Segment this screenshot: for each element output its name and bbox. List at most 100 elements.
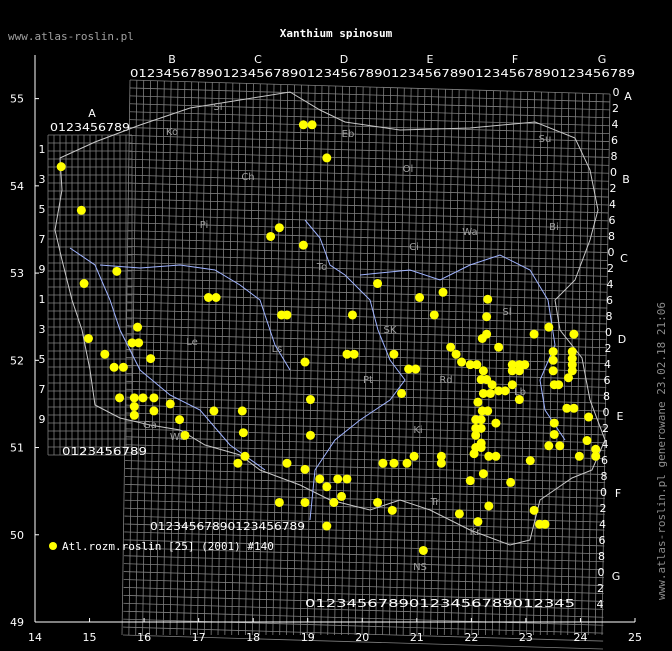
occurrence-point xyxy=(337,491,347,501)
occurrence-point xyxy=(529,329,539,339)
occurrence-point xyxy=(109,362,119,372)
grid-row-digit: 8 xyxy=(601,470,608,483)
grid-row-letter: C xyxy=(620,252,628,265)
occurrence-point xyxy=(485,388,495,398)
occurrence-point xyxy=(473,517,483,527)
x-tick-label: 23 xyxy=(519,631,533,644)
occurrence-point xyxy=(300,497,310,507)
grid-column-letter: E xyxy=(427,53,434,66)
occurrence-point xyxy=(457,357,467,367)
grid-row-digit: 6 xyxy=(604,374,611,387)
occurrence-point xyxy=(175,415,185,425)
occurrence-point xyxy=(300,357,310,367)
grid-row-letter: B xyxy=(622,173,630,186)
grid-row-digit: 9 xyxy=(39,413,46,426)
region-label: Ch xyxy=(241,172,254,183)
x-tick-label: 16 xyxy=(137,631,151,644)
occurrence-point xyxy=(389,458,399,468)
grid-column-letter: B xyxy=(168,53,176,66)
grid-row-digit: 2 xyxy=(602,422,609,435)
region-label: Eb xyxy=(342,129,355,140)
occurrence-point xyxy=(418,545,428,555)
occurrence-point xyxy=(555,441,565,451)
occurrence-point xyxy=(544,322,554,332)
grid-row-digit: 8 xyxy=(598,550,605,563)
grid-row-digit: 5 xyxy=(39,203,46,216)
grid-column-letter: C xyxy=(254,53,262,66)
occurrence-point xyxy=(514,395,524,405)
region-label: Pi xyxy=(200,220,209,231)
region-label: Wa xyxy=(462,227,477,238)
occurrence-point xyxy=(298,240,308,250)
occurrence-point xyxy=(118,362,128,372)
grid-row-digit: 4 xyxy=(599,518,606,531)
region-label: Sl xyxy=(213,102,222,113)
occurrence-point xyxy=(76,205,86,215)
occurrence-point xyxy=(238,428,248,438)
region-label: Ki xyxy=(413,425,422,436)
occurrence-point xyxy=(112,266,122,276)
occurrence-point xyxy=(100,349,110,359)
occurrence-point xyxy=(529,505,539,515)
grid-row-digit: 2 xyxy=(607,262,614,275)
region-label: Pt xyxy=(363,375,373,386)
grid-top-digits-west: 0123456789 xyxy=(50,121,130,134)
region-label: Ci xyxy=(409,242,419,253)
grid-row-letter: E xyxy=(617,410,624,423)
legend-marker xyxy=(49,542,57,550)
occurrence-point xyxy=(472,360,482,370)
grid-row-digit: 2 xyxy=(597,582,604,595)
occurrence-point xyxy=(478,366,488,376)
grid-row-letter: A xyxy=(624,90,632,103)
occurrence-point xyxy=(525,456,535,466)
grid-row-digit: 8 xyxy=(603,390,610,403)
y-tick-label: 50 xyxy=(10,529,24,542)
occurrence-point xyxy=(520,360,530,370)
occurrence-point xyxy=(373,279,383,289)
occurrence-point xyxy=(282,458,292,468)
occurrence-point xyxy=(129,393,139,403)
occurrence-point xyxy=(322,482,332,492)
occurrence-point xyxy=(500,386,510,396)
generation-credit: www.atlas-roslin.pl generowane 23.02.18 … xyxy=(655,302,668,600)
occurrence-point xyxy=(491,418,501,428)
x-tick-label: 20 xyxy=(355,631,369,644)
occurrence-point xyxy=(544,441,554,451)
occurrence-point xyxy=(397,388,407,398)
occurrence-point xyxy=(549,429,559,439)
occurrence-point xyxy=(473,397,483,407)
occurrence-point xyxy=(415,293,425,303)
grid-row-digit: 0 xyxy=(605,326,612,339)
occurrence-point xyxy=(298,120,308,130)
map-title: Xanthium spinosum xyxy=(280,27,393,40)
occurrence-point xyxy=(134,338,144,348)
grid-row-digit: 1 xyxy=(39,143,46,156)
occurrence-point xyxy=(315,474,325,484)
occurrence-point xyxy=(454,509,464,519)
grid-row-letter: F xyxy=(615,487,621,500)
occurrence-point xyxy=(482,312,492,322)
occurrence-point xyxy=(180,430,190,440)
grid-row-digit: 4 xyxy=(612,118,619,131)
x-tick-label: 21 xyxy=(410,631,424,644)
y-tick-label: 52 xyxy=(10,354,24,367)
occurrence-point xyxy=(149,393,159,403)
grid-row-digit: 6 xyxy=(599,534,606,547)
region-label: Ga xyxy=(143,420,157,431)
occurrence-point xyxy=(540,519,550,529)
region-label: Kr xyxy=(470,527,482,538)
occurrence-point xyxy=(476,415,486,425)
grid-row-letter: G xyxy=(612,570,621,583)
occurrence-point xyxy=(83,334,93,343)
grid-row-digit: 0 xyxy=(608,246,615,259)
occurrence-point xyxy=(266,231,276,241)
occurrence-point xyxy=(591,451,601,461)
grid-column-letter: G xyxy=(598,53,607,66)
x-tick-label: 24 xyxy=(573,631,587,644)
grid-row-digit: 4 xyxy=(604,358,611,371)
region-label: To xyxy=(316,262,328,273)
grid-row-digit: 5 xyxy=(39,353,46,366)
occurrence-point xyxy=(322,153,332,163)
occurrence-point xyxy=(554,380,564,390)
grid-row-digit: 6 xyxy=(611,134,618,147)
